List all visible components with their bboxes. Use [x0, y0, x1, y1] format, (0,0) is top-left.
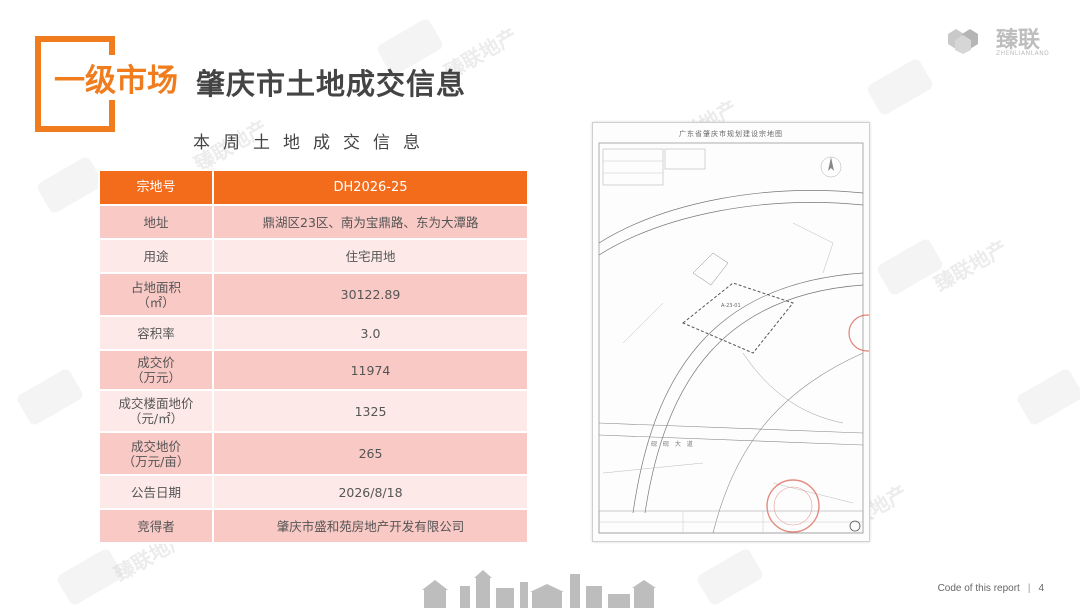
table-cell-value: 30122.89: [212, 272, 529, 317]
logo-mark-icon: [948, 29, 978, 54]
table-cell-value: 11974: [212, 349, 529, 391]
parcel-label: A-23-01: [721, 303, 741, 309]
table-cell-label: 容积率: [98, 315, 214, 351]
table-cell-value: 2026/8/18: [212, 474, 529, 510]
table-row: 占地面积 （㎡） 30122.89: [98, 272, 529, 317]
footer-separator: |: [1027, 583, 1031, 594]
table-row: 地址 鼎湖区23区、南为宝鼎路、东为大潭路: [98, 204, 529, 240]
table-cell-value: 265: [212, 431, 529, 476]
label-main: 成交价: [137, 355, 175, 370]
label-unit: （元/㎡）: [128, 411, 184, 426]
road-label: 砚 砚 大 道: [651, 441, 695, 448]
table-row: 成交价 （万元） 11974: [98, 349, 529, 391]
table-row: 用途 住宅用地: [98, 238, 529, 274]
table-cell-label: 地址: [98, 204, 214, 240]
map-drawing: [598, 142, 869, 534]
north-arrow-icon: [828, 157, 834, 171]
report-code-label: Code of this report: [937, 583, 1020, 594]
label-main: 成交地价: [130, 438, 181, 454]
table-row: 公告日期 2026/8/18: [98, 474, 529, 510]
brand-logo: 臻联 ZHENLIANLAND: [944, 20, 1054, 62]
page-number: 4: [1038, 583, 1044, 594]
table-cell-label: 成交价 （万元）: [98, 349, 214, 391]
watermark-text: 臻联地产: [930, 235, 1012, 297]
table-cell-value: 1325: [212, 389, 529, 433]
table-row: 成交楼面地价 （元/㎡） 1325: [98, 389, 529, 433]
parcel-map: 广东省肇庆市规划建设宗地图 A-23-01 砚 砚 大 道: [592, 122, 870, 542]
footer: Code of this report | 4: [938, 583, 1044, 594]
table-row: 容积率 3.0: [98, 315, 529, 351]
label-unit: （㎡）: [137, 294, 175, 310]
table-cell-value: 住宅用地: [212, 238, 529, 274]
table-cell-value: 肇庆市盛和苑房地产开发有限公司: [212, 508, 529, 544]
official-seal-icon: [848, 314, 869, 352]
table-cell-value: 3.0: [212, 315, 529, 351]
table-header-row: 宗地号 DH2026-25: [98, 169, 529, 206]
table-row: 成交地价 （万元/亩） 265: [98, 431, 529, 476]
table-cell-label: 用途: [98, 238, 214, 274]
table-cell-value: 鼎湖区23区、南为宝鼎路、东为大潭路: [212, 204, 529, 240]
table-row: 竞得者 肇庆市盛和苑房地产开发有限公司: [98, 508, 529, 544]
page-title: 肇庆市土地成交信息: [196, 67, 467, 101]
table-cell-value: DH2026-25: [212, 169, 529, 206]
logo-subtitle: ZHENLIANLAND: [996, 50, 1050, 57]
table-cell-label: 成交楼面地价 （元/㎡）: [98, 389, 214, 433]
label-main: 占地面积: [130, 279, 181, 295]
label-unit: （万元）: [130, 370, 181, 385]
city-skyline-icon: [422, 570, 656, 608]
table-cell-label: 竞得者: [98, 508, 214, 544]
land-deal-table: 宗地号 DH2026-25 地址 鼎湖区23区、南为宝鼎路、东为大潭路 用途 住…: [98, 169, 529, 544]
table-cell-label: 宗地号: [98, 169, 214, 206]
section-tag: 一级市场: [52, 55, 182, 100]
table-caption: 本周土地成交信息: [193, 133, 433, 153]
label-main: 成交楼面地价: [118, 396, 194, 411]
table-cell-label: 占地面积 （㎡）: [98, 272, 214, 317]
table-cell-label: 公告日期: [98, 474, 214, 510]
label-unit: （万元/亩）: [122, 453, 190, 469]
table-cell-label: 成交地价 （万元/亩）: [98, 431, 214, 476]
